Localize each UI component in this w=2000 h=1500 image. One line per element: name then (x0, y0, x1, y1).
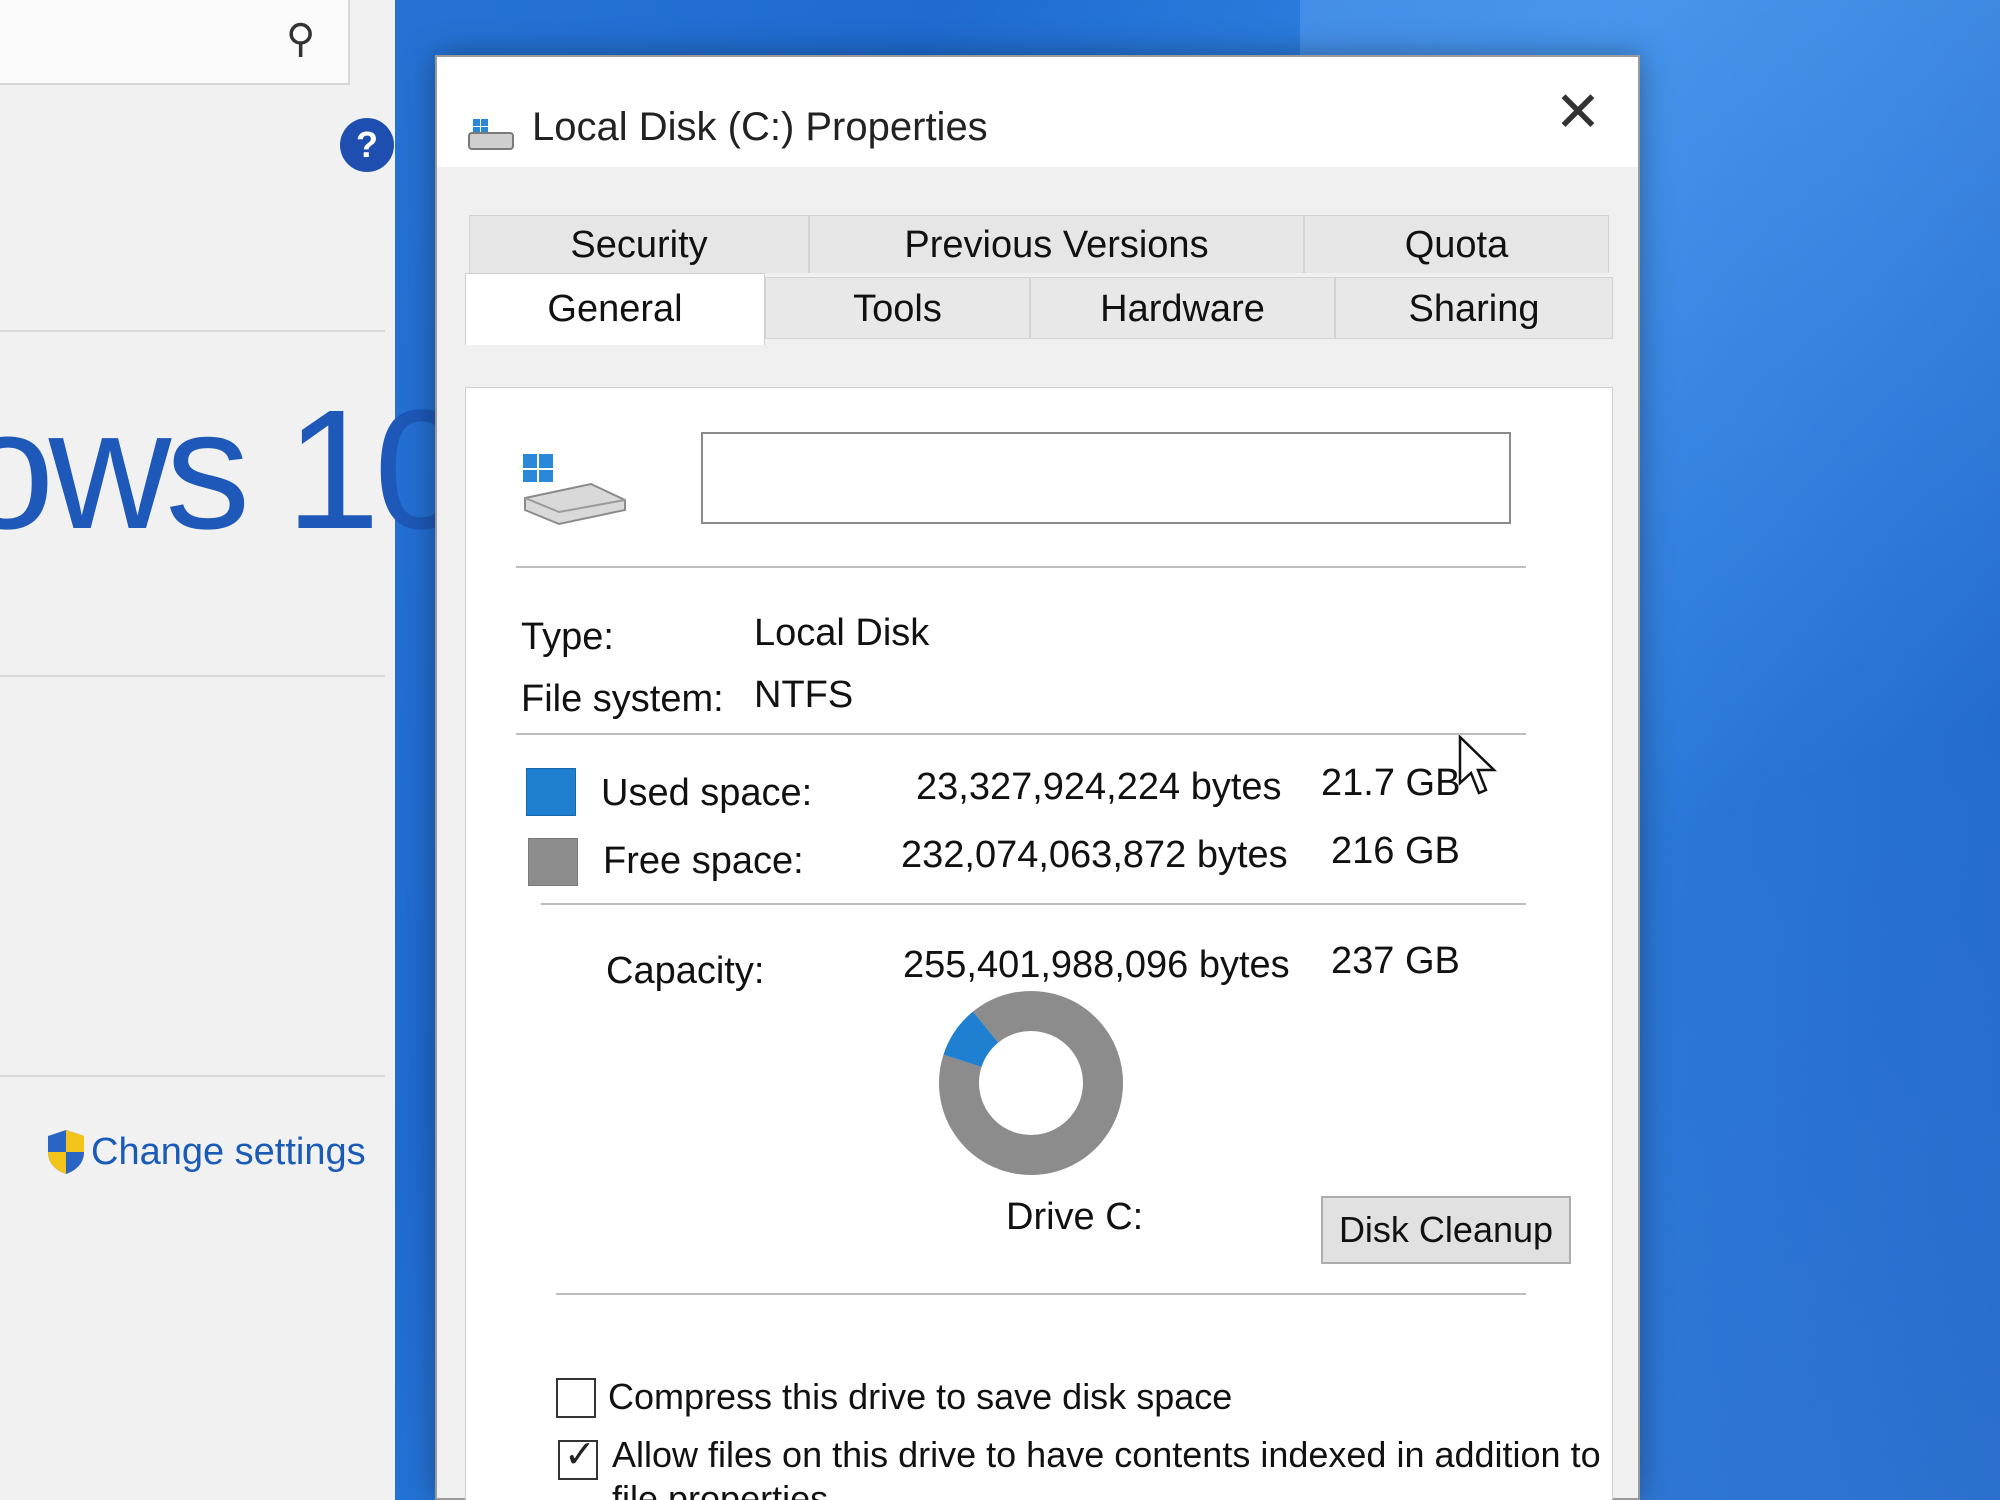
drive-caption: Drive C: (1006, 1196, 1144, 1238)
separator (516, 566, 1526, 568)
change-settings-label[interactable]: Change settings (91, 1131, 366, 1174)
tab-previous-versions[interactable]: Previous Versions (809, 215, 1304, 273)
free-space-label: Free space: (603, 840, 804, 882)
used-space-label: Used space: (601, 772, 813, 814)
index-contents-checkbox[interactable]: ✓ (558, 1436, 598, 1480)
separator (516, 733, 1526, 735)
dialog-title: Local Disk (C:) Properties (532, 105, 988, 149)
tab-label: Sharing (1408, 288, 1540, 330)
general-tab-panel: Type: Local Disk File system: NTFS Used … (465, 387, 1613, 1500)
free-space-bytes: 232,074,063,872 bytes (901, 834, 1288, 876)
local-disk-drive-icon (523, 454, 626, 526)
free-space-size: 216 GB (1331, 830, 1460, 872)
close-button[interactable]: ✕ (1538, 77, 1618, 147)
tab-general[interactable]: General (465, 273, 765, 345)
index-contents-label-line1[interactable]: Allow files on this drive to have conten… (612, 1434, 1601, 1476)
mouse-pointer-icon (1458, 735, 1498, 795)
background-divider (0, 1075, 385, 1077)
tab-label: Tools (853, 288, 942, 330)
used-space-size: 21.7 GB (1321, 762, 1461, 804)
compress-drive-label[interactable]: Compress this drive to save disk space (608, 1376, 1232, 1418)
tab-tools[interactable]: Tools (765, 277, 1030, 339)
tab-security[interactable]: Security (469, 215, 809, 273)
file-system-label: File system: (521, 678, 724, 720)
disk-usage-donut-chart (939, 991, 1123, 1175)
tab-label: Previous Versions (904, 224, 1209, 266)
drive-label-input[interactable] (701, 432, 1511, 524)
compress-drive-checkbox[interactable] (556, 1378, 596, 1418)
close-icon: ✕ (1554, 80, 1602, 143)
index-contents-label-line2[interactable]: file properties (612, 1478, 828, 1500)
check-mark-icon: ✓ (564, 1434, 596, 1476)
windows-edition-logo-text: ows 10 (0, 375, 469, 565)
background-divider (0, 675, 385, 677)
drive-icon (468, 119, 514, 150)
used-space-bytes: 23,327,924,224 bytes (916, 766, 1282, 808)
separator (556, 1293, 1526, 1295)
change-settings-link[interactable]: Change settings (45, 1128, 366, 1176)
tab-label: Hardware (1100, 288, 1265, 330)
search-icon[interactable]: ⚲ (286, 16, 315, 62)
shield-icon (48, 1130, 84, 1174)
background-search-box[interactable]: ⚲ (0, 0, 350, 85)
disk-cleanup-button[interactable]: Disk Cleanup (1321, 1196, 1571, 1264)
background-divider (0, 330, 385, 332)
tab-sharing[interactable]: Sharing (1335, 277, 1613, 339)
separator (541, 903, 1526, 905)
tab-quota[interactable]: Quota (1304, 215, 1609, 273)
used-space-color-swatch (526, 768, 576, 816)
capacity-label: Capacity: (606, 950, 765, 992)
used-space-slice (943, 1011, 999, 1068)
free-space-color-swatch (528, 838, 578, 886)
tab-label: Quota (1404, 224, 1509, 266)
type-label: Type: (521, 616, 614, 658)
capacity-size: 237 GB (1331, 940, 1460, 982)
tab-label: General (547, 288, 683, 330)
type-value: Local Disk (754, 612, 930, 654)
title-bar[interactable]: Local Disk (C:) Properties ✕ (437, 57, 1638, 167)
file-system-value: NTFS (754, 674, 854, 716)
tab-hardware[interactable]: Hardware (1030, 277, 1335, 339)
capacity-bytes: 255,401,988,096 bytes (903, 944, 1290, 986)
tab-label: Security (570, 224, 708, 266)
help-icon[interactable]: ? (340, 118, 394, 172)
background-settings-window: ⚲ ? ows 10 Change settings (0, 0, 469, 1500)
